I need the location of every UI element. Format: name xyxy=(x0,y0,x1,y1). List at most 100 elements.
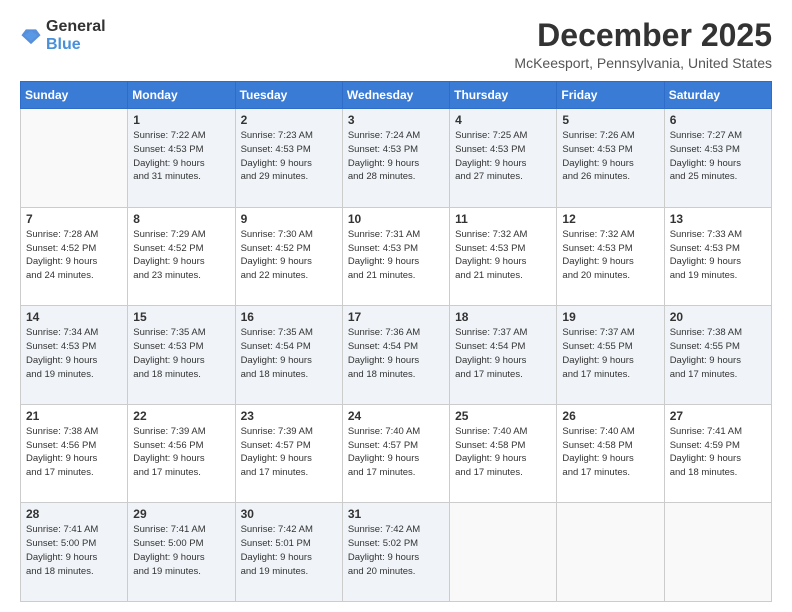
calendar-cell: 4Sunrise: 7:25 AMSunset: 4:53 PMDaylight… xyxy=(450,109,557,208)
day-info: Sunrise: 7:39 AMSunset: 4:57 PMDaylight:… xyxy=(241,425,337,480)
col-saturday: Saturday xyxy=(664,82,771,109)
generalblue-logo-icon xyxy=(20,25,42,47)
day-number: 12 xyxy=(562,212,658,226)
day-info: Sunrise: 7:33 AMSunset: 4:53 PMDaylight:… xyxy=(670,228,766,283)
calendar-cell: 15 Sunrise: 7:35 AMSunset: 4:53 PMDayligh… xyxy=(128,306,235,405)
col-friday: Friday xyxy=(557,82,664,109)
day-number: 21 xyxy=(26,409,122,423)
day-number: 10 xyxy=(348,212,444,226)
day-info: Sunrise: 7:28 AMSunset: 4:52 PMDaylight:… xyxy=(26,228,122,283)
calendar-cell: 12 Sunrise: 7:32 AMSunset: 4:53 PMDayligh… xyxy=(557,207,664,306)
calendar-cell: 9 Sunrise: 7:30 AMSunset: 4:52 PMDaylight… xyxy=(235,207,342,306)
day-info: Sunrise: 7:38 AMSunset: 4:56 PMDaylight:… xyxy=(26,425,122,480)
day-info: Sunrise: 7:34 AMSunset: 4:53 PMDaylight:… xyxy=(26,326,122,381)
day-number: 27 xyxy=(670,409,766,423)
calendar-cell: 16Sunrise: 7:35 AMSunset: 4:54 PMDayligh… xyxy=(235,306,342,405)
day-info: Sunrise: 7:27 AMSunset: 4:53 PMDaylight:… xyxy=(670,129,766,184)
day-info: Sunrise: 7:35 AMSunset: 4:53 PMDaylight:… xyxy=(133,326,229,381)
day-info: Sunrise: 7:38 AMSunset: 4:55 PMDaylight:… xyxy=(670,326,766,381)
day-info: Sunrise: 7:23 AMSunset: 4:53 PMDaylight:… xyxy=(241,129,337,184)
day-number: 13 xyxy=(670,212,766,226)
col-monday: Monday xyxy=(128,82,235,109)
calendar-cell: 5 Sunrise: 7:26 AMSunset: 4:53 PMDaylight… xyxy=(557,109,664,208)
day-number: 31 xyxy=(348,507,444,521)
day-info: Sunrise: 7:41 AMSunset: 4:59 PMDaylight:… xyxy=(670,425,766,480)
calendar-cell: 18 Sunrise: 7:37 AMSunset: 4:54 PMDayligh… xyxy=(450,306,557,405)
day-info: Sunrise: 7:41 AMSunset: 5:00 PMDaylight:… xyxy=(26,523,122,578)
col-sunday: Sunday xyxy=(21,82,128,109)
col-wednesday: Wednesday xyxy=(342,82,449,109)
calendar-cell: 7Sunrise: 7:28 AMSunset: 4:52 PMDaylight… xyxy=(21,207,128,306)
day-number: 3 xyxy=(348,113,444,127)
day-number: 8 xyxy=(133,212,229,226)
calendar-cell: 13 Sunrise: 7:33 AMSunset: 4:53 PMDayligh… xyxy=(664,207,771,306)
calendar-week-row: 14 Sunrise: 7:34 AMSunset: 4:53 PMDayligh… xyxy=(21,306,772,405)
day-info: Sunrise: 7:22 AMSunset: 4:53 PMDaylight:… xyxy=(133,129,229,184)
calendar-week-row: 1Sunrise: 7:22 AMSunset: 4:53 PMDaylight… xyxy=(21,109,772,208)
calendar-week-row: 7Sunrise: 7:28 AMSunset: 4:52 PMDaylight… xyxy=(21,207,772,306)
day-number: 5 xyxy=(562,113,658,127)
day-info: Sunrise: 7:42 AMSunset: 5:02 PMDaylight:… xyxy=(348,523,444,578)
day-number: 19 xyxy=(562,310,658,324)
day-info: Sunrise: 7:32 AMSunset: 4:53 PMDaylight:… xyxy=(455,228,551,283)
calendar-cell: 20Sunrise: 7:38 AMSunset: 4:55 PMDayligh… xyxy=(664,306,771,405)
logo-blue: Blue xyxy=(46,36,81,53)
calendar-cell: 17 Sunrise: 7:36 AMSunset: 4:54 PMDayligh… xyxy=(342,306,449,405)
day-number: 23 xyxy=(241,409,337,423)
calendar-cell: 23 Sunrise: 7:39 AMSunset: 4:57 PMDayligh… xyxy=(235,404,342,503)
empty-cell xyxy=(21,109,128,208)
month-title: December 2025 xyxy=(514,18,772,53)
day-number: 2 xyxy=(241,113,337,127)
calendar-cell: 28Sunrise: 7:41 AMSunset: 5:00 PMDayligh… xyxy=(21,503,128,602)
logo-text: General Blue xyxy=(46,18,106,54)
day-info: Sunrise: 7:40 AMSunset: 4:58 PMDaylight:… xyxy=(455,425,551,480)
col-thursday: Thursday xyxy=(450,82,557,109)
calendar-cell: 19Sunrise: 7:37 AMSunset: 4:55 PMDayligh… xyxy=(557,306,664,405)
title-area: December 2025 McKeesport, Pennsylvania, … xyxy=(514,18,772,71)
day-number: 4 xyxy=(455,113,551,127)
day-info: Sunrise: 7:24 AMSunset: 4:53 PMDaylight:… xyxy=(348,129,444,184)
calendar-cell: 10Sunrise: 7:31 AMSunset: 4:53 PMDayligh… xyxy=(342,207,449,306)
day-number: 26 xyxy=(562,409,658,423)
calendar-cell: 2 Sunrise: 7:23 AMSunset: 4:53 PMDaylight… xyxy=(235,109,342,208)
calendar-cell: 29Sunrise: 7:41 AMSunset: 5:00 PMDayligh… xyxy=(128,503,235,602)
calendar-header-row: Sunday Monday Tuesday Wednesday Thursday… xyxy=(21,82,772,109)
day-info: Sunrise: 7:36 AMSunset: 4:54 PMDaylight:… xyxy=(348,326,444,381)
calendar-cell: 21 Sunrise: 7:38 AMSunset: 4:56 PMDayligh… xyxy=(21,404,128,503)
calendar-table: Sunday Monday Tuesday Wednesday Thursday… xyxy=(20,81,772,602)
day-info: Sunrise: 7:37 AMSunset: 4:54 PMDaylight:… xyxy=(455,326,551,381)
day-number: 22 xyxy=(133,409,229,423)
day-info: Sunrise: 7:30 AMSunset: 4:52 PMDaylight:… xyxy=(241,228,337,283)
day-info: Sunrise: 7:29 AMSunset: 4:52 PMDaylight:… xyxy=(133,228,229,283)
day-info: Sunrise: 7:32 AMSunset: 4:53 PMDaylight:… xyxy=(562,228,658,283)
calendar-cell: 31 Sunrise: 7:42 AMSunset: 5:02 PMDayligh… xyxy=(342,503,449,602)
day-number: 6 xyxy=(670,113,766,127)
day-info: Sunrise: 7:39 AMSunset: 4:56 PMDaylight:… xyxy=(133,425,229,480)
calendar-cell: 11Sunrise: 7:32 AMSunset: 4:53 PMDayligh… xyxy=(450,207,557,306)
calendar-cell: 8 Sunrise: 7:29 AMSunset: 4:52 PMDaylight… xyxy=(128,207,235,306)
col-tuesday: Tuesday xyxy=(235,82,342,109)
empty-cell xyxy=(450,503,557,602)
calendar-cell: 26 Sunrise: 7:40 AMSunset: 4:58 PMDayligh… xyxy=(557,404,664,503)
day-number: 17 xyxy=(348,310,444,324)
day-number: 18 xyxy=(455,310,551,324)
day-number: 29 xyxy=(133,507,229,521)
day-number: 30 xyxy=(241,507,337,521)
day-number: 16 xyxy=(241,310,337,324)
empty-cell xyxy=(557,503,664,602)
empty-cell xyxy=(664,503,771,602)
day-info: Sunrise: 7:26 AMSunset: 4:53 PMDaylight:… xyxy=(562,129,658,184)
day-number: 24 xyxy=(348,409,444,423)
header: General Blue December 2025 McKeesport, P… xyxy=(20,18,772,71)
calendar-cell: 30 Sunrise: 7:42 AMSunset: 5:01 PMDayligh… xyxy=(235,503,342,602)
day-number: 14 xyxy=(26,310,122,324)
day-number: 15 xyxy=(133,310,229,324)
day-info: Sunrise: 7:40 AMSunset: 4:58 PMDaylight:… xyxy=(562,425,658,480)
day-info: Sunrise: 7:40 AMSunset: 4:57 PMDaylight:… xyxy=(348,425,444,480)
day-number: 25 xyxy=(455,409,551,423)
logo-general: General xyxy=(46,18,106,35)
day-number: 9 xyxy=(241,212,337,226)
calendar-cell: 24 Sunrise: 7:40 AMSunset: 4:57 PMDayligh… xyxy=(342,404,449,503)
day-info: Sunrise: 7:42 AMSunset: 5:01 PMDaylight:… xyxy=(241,523,337,578)
logo: General Blue xyxy=(20,18,106,54)
